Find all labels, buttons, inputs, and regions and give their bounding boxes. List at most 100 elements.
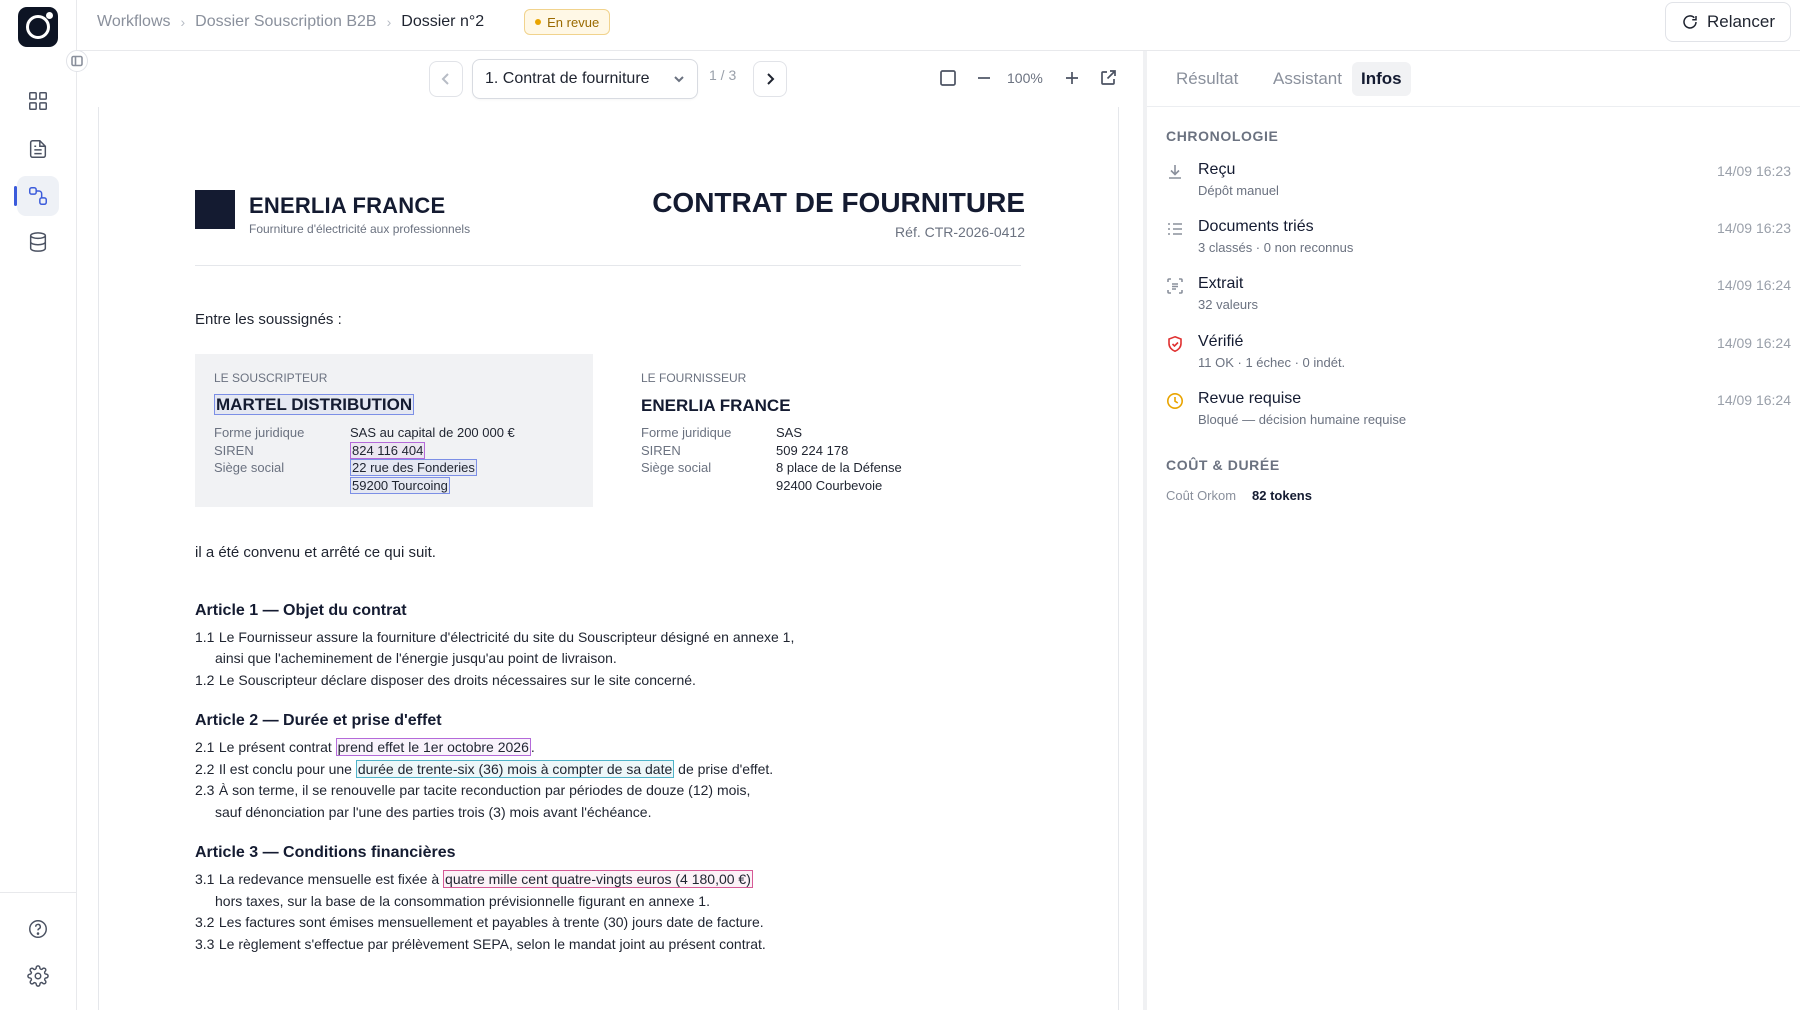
article-2-title: Article 2 — Durée et prise d'effet — [195, 712, 442, 729]
clock-icon — [1166, 392, 1186, 412]
supplier-legal-form-label: Forme juridique — [641, 425, 732, 440]
clause-1-1-cont: ainsi que l'acheminement de l'énergie ju… — [215, 650, 617, 666]
supplier-siren: 509 224 178 — [776, 443, 849, 458]
workflow-icon — [29, 187, 47, 205]
page-indicator: 1 / 3 — [709, 67, 737, 83]
document-viewer[interactable]: ENERLIA FRANCE Fourniture d'électricité … — [77, 107, 1143, 1010]
document-reference: Réf. CTR-2026-0412 — [895, 224, 1025, 240]
status-badge-label: En revue — [547, 14, 600, 30]
document-select-value: 1. Contrat de fourniture — [485, 70, 650, 87]
file-text-icon — [29, 140, 47, 158]
shield-alert-icon — [1166, 335, 1186, 355]
header-divider — [195, 265, 1021, 266]
event-time: 14/09 16:24 — [1717, 392, 1791, 408]
database-icon — [29, 232, 47, 252]
help-circle-icon — [29, 920, 47, 938]
article-1-title: Article 1 — Objet du contrat — [195, 602, 407, 619]
supplier-name: ENERLIA FRANCE — [641, 396, 791, 415]
event-subtitle: 32 valeurs — [1198, 297, 1258, 312]
download-icon — [1166, 163, 1186, 183]
open-external-button[interactable] — [1098, 68, 1118, 88]
subscriber-hq-line1[interactable]: 22 rue des Fonderies — [350, 459, 477, 476]
tab-resultat[interactable]: Résultat — [1167, 62, 1247, 96]
nav-workflows[interactable] — [17, 176, 59, 216]
supplier-legal-form: SAS — [776, 425, 803, 440]
article-3-title: Article 3 — Conditions financières — [195, 844, 456, 861]
collapse-sidebar-button[interactable] — [66, 50, 88, 72]
relaunch-label: Relancer — [1706, 12, 1776, 31]
viewer-toolbar: 1. Contrat de fourniture 1 / 3 100% — [77, 51, 1143, 107]
clause-2-3: 2.3 À son terme, il se renouvelle par ta… — [195, 782, 751, 798]
nav-help[interactable] — [17, 909, 59, 949]
minus-icon — [978, 77, 990, 79]
app-logo[interactable] — [18, 7, 58, 47]
timeline-heading: CHRONOLOGIE — [1166, 128, 1279, 144]
subscriber-label: LE SOUSCRIPTEUR — [214, 371, 328, 385]
chevron-right-icon: › — [386, 14, 392, 30]
subscriber-siren[interactable]: 824 116 404 — [350, 442, 426, 459]
subscriber-name[interactable]: MARTEL DISTRIBUTION — [214, 394, 415, 415]
zoom-in-button[interactable] — [1062, 68, 1082, 88]
square-icon — [940, 70, 956, 86]
prev-document-button[interactable] — [429, 61, 463, 97]
status-badge: En revue — [524, 9, 611, 35]
nav-database[interactable] — [17, 222, 59, 262]
subscriber-hq-line1-value: 22 rue des Fonderies — [350, 459, 477, 476]
left-rail — [0, 0, 77, 1010]
scan-text-icon — [1166, 277, 1186, 297]
supplier-hq-label: Siège social — [641, 460, 712, 475]
supplier-siren-label: SIREN — [641, 443, 681, 458]
breadcrumb-workflows[interactable]: Workflows — [97, 13, 171, 31]
top-bar: Workflows › Dossier Souscription B2B › D… — [77, 0, 1800, 51]
duration-highlight[interactable]: durée de trente-six (36) mois à compter … — [355, 760, 675, 778]
intro-text: Entre les soussignés : — [195, 311, 342, 328]
breadcrumb-current: Dossier n°2 — [401, 13, 485, 30]
nav-settings[interactable] — [17, 956, 59, 996]
event-time: 14/09 16:24 — [1717, 277, 1791, 293]
subscriber-hq-line2[interactable]: 59200 Tourcoing — [350, 477, 450, 494]
event-title: Reçu — [1198, 161, 1236, 178]
tab-infos[interactable]: Infos — [1352, 62, 1411, 96]
subscriber-box: LE SOUSCRIPTEUR MARTEL DISTRIBUTION Form… — [195, 354, 593, 507]
timeline-event-verified: Vérifié 11 OK · 1 échec · 0 indét. 14/09… — [1166, 333, 1791, 379]
nav-dashboard[interactable] — [17, 81, 59, 121]
relaunch-button[interactable]: Relancer — [1665, 2, 1791, 42]
subscriber-hq-label: Siège social — [214, 460, 285, 475]
sidebar-toggle-icon — [71, 55, 83, 67]
clause-2-2: 2.2 Il est conclu pour une durée de tren… — [195, 760, 774, 778]
subscriber-legal-form-label: Forme juridique — [214, 425, 305, 440]
clause-2-1: 2.1 Le présent contrat prend effet le 1e… — [195, 738, 535, 756]
zoom-out-button[interactable] — [974, 68, 994, 88]
breadcrumb-dossier-souscription[interactable]: Dossier Souscription B2B — [195, 13, 376, 31]
event-title: Extrait — [1198, 275, 1244, 292]
supplier-hq-line2: 92400 Courbevoie — [776, 478, 883, 493]
event-time: 14/09 16:23 — [1717, 163, 1791, 179]
next-document-button[interactable] — [753, 61, 787, 97]
fit-page-button[interactable] — [938, 68, 958, 88]
cost-value: 82 tokens — [1252, 488, 1312, 503]
brand-name: ENERLIA FRANCE — [249, 193, 446, 218]
refresh-icon — [1683, 15, 1697, 29]
event-subtitle: 11 OK · 1 échec · 0 indét. — [1198, 355, 1346, 370]
event-time: 14/09 16:24 — [1717, 335, 1791, 351]
cost-label: Coût Orkom — [1166, 488, 1237, 503]
timeline-event-extracted: Extrait 32 valeurs 14/09 16:24 — [1166, 275, 1791, 321]
effective-date-highlight[interactable]: prend effet le 1er octobre 2026 — [335, 738, 531, 756]
document-page: ENERLIA FRANCE Fourniture d'électricité … — [98, 107, 1119, 1010]
tab-assistant[interactable]: Assistant — [1264, 62, 1351, 96]
subscriber-name-value: MARTEL DISTRIBUTION — [214, 394, 415, 415]
brand-tagline: Fourniture d'électricité aux professionn… — [249, 222, 471, 236]
brand-logo-square — [195, 190, 235, 229]
clause-1-1: 1.1 Le Fournisseur assure la fourniture … — [195, 629, 795, 645]
event-subtitle: Bloqué — décision humaine requise — [1198, 412, 1407, 427]
clause-3-1: 3.1 La redevance mensuelle est fixée à q… — [195, 870, 753, 888]
event-title: Revue requise — [1198, 390, 1302, 407]
grid-icon — [29, 92, 47, 110]
timeline-event-received: Reçu Dépôt manuel 14/09 16:23 — [1166, 161, 1791, 207]
document-select[interactable]: 1. Contrat de fourniture — [472, 59, 698, 99]
monthly-fee-highlight[interactable]: quatre mille cent quatre-vingts euros (4… — [443, 870, 753, 888]
event-time: 14/09 16:23 — [1717, 220, 1791, 236]
chevron-down-icon — [674, 76, 684, 83]
nav-documents[interactable] — [17, 129, 59, 169]
clause-3-2: 3.2 Les factures sont émises mensuelleme… — [195, 914, 764, 930]
